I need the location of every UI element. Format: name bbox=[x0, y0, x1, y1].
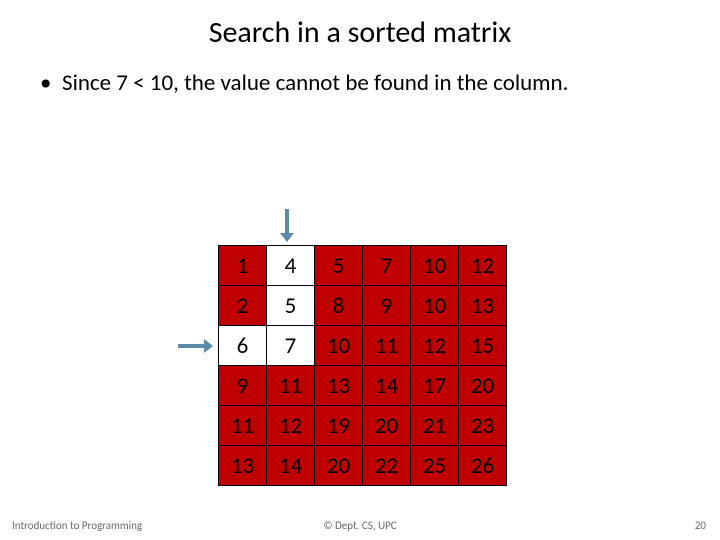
matrix-cell: 11 bbox=[219, 406, 267, 446]
arrow-down-icon bbox=[285, 209, 289, 233]
bullet-content: Since 7 < 10, the value cannot be found … bbox=[62, 69, 568, 97]
matrix-cell: 9 bbox=[219, 366, 267, 406]
matrix-cell: 13 bbox=[459, 286, 507, 326]
matrix-cell: 17 bbox=[411, 366, 459, 406]
matrix-cell: 10 bbox=[411, 286, 459, 326]
matrix-cell: 11 bbox=[267, 366, 315, 406]
matrix-cell: 20 bbox=[315, 446, 363, 486]
matrix-cell: 23 bbox=[459, 406, 507, 446]
matrix-cell: 14 bbox=[267, 446, 315, 486]
matrix-cell: 13 bbox=[315, 366, 363, 406]
table-row: 91113141720 bbox=[219, 366, 507, 406]
matrix-container: 1457101225891013671011121591113141720111… bbox=[218, 245, 507, 486]
matrix-cell: 21 bbox=[411, 406, 459, 446]
matrix-table: 1457101225891013671011121591113141720111… bbox=[218, 245, 507, 486]
matrix-cell: 4 bbox=[267, 246, 315, 286]
matrix-cell: 10 bbox=[315, 326, 363, 366]
matrix-cell: 25 bbox=[411, 446, 459, 486]
matrix-cell: 7 bbox=[267, 326, 315, 366]
table-row: 25891013 bbox=[219, 286, 507, 326]
table-row: 131420222526 bbox=[219, 446, 507, 486]
matrix-cell: 14 bbox=[363, 366, 411, 406]
table-row: 14571012 bbox=[219, 246, 507, 286]
table-row: 111219202123 bbox=[219, 406, 507, 446]
matrix-cell: 12 bbox=[411, 326, 459, 366]
matrix-cell: 13 bbox=[219, 446, 267, 486]
matrix-cell: 11 bbox=[363, 326, 411, 366]
matrix-cell: 10 bbox=[411, 246, 459, 286]
matrix-cell: 22 bbox=[363, 446, 411, 486]
matrix-cell: 20 bbox=[363, 406, 411, 446]
footer-page-number: 20 bbox=[695, 519, 706, 532]
matrix-cell: 5 bbox=[315, 246, 363, 286]
matrix-cell: 9 bbox=[363, 286, 411, 326]
bullet-dot: • bbox=[40, 69, 62, 98]
matrix-cell: 20 bbox=[459, 366, 507, 406]
matrix-cell: 2 bbox=[219, 286, 267, 326]
matrix-cell: 7 bbox=[363, 246, 411, 286]
matrix-cell: 1 bbox=[219, 246, 267, 286]
matrix-cell: 6 bbox=[219, 326, 267, 366]
matrix-cell: 12 bbox=[267, 406, 315, 446]
table-row: 6710111215 bbox=[219, 326, 507, 366]
slide-title: Search in a sorted matrix bbox=[0, 0, 720, 51]
matrix-cell: 15 bbox=[459, 326, 507, 366]
footer-center: © Dept. CS, UPC bbox=[0, 519, 720, 532]
matrix-cell: 5 bbox=[267, 286, 315, 326]
matrix-cell: 8 bbox=[315, 286, 363, 326]
matrix-cell: 19 bbox=[315, 406, 363, 446]
arrow-right-icon bbox=[178, 344, 204, 348]
bullet-text: •Since 7 < 10, the value cannot be found… bbox=[0, 51, 720, 98]
matrix-cell: 12 bbox=[459, 246, 507, 286]
matrix-cell: 26 bbox=[459, 446, 507, 486]
